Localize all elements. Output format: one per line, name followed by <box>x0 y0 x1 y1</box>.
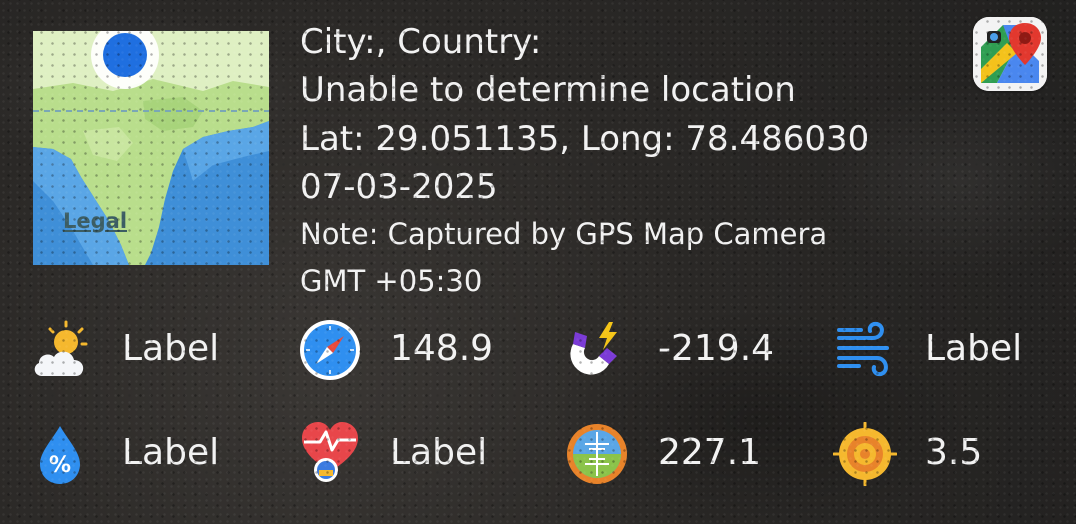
humidity-icon: % <box>28 422 92 486</box>
gmt-offset-line: GMT +05:30 <box>300 264 483 298</box>
magnetic-value: -219.4 <box>658 328 775 369</box>
maps-app-icon[interactable] <box>973 17 1047 91</box>
gps-stamp-overlay: Legal City:, Country: Unable to determin… <box>0 0 1076 524</box>
heart-rate-icon <box>298 420 362 484</box>
wind-value: Label <box>925 328 1023 369</box>
accuracy-icon <box>833 422 897 486</box>
weather-icon <box>28 318 92 382</box>
svg-text:%: % <box>49 453 71 478</box>
accuracy-value: 3.5 <box>925 432 983 473</box>
note-line: Note: Captured by GPS Map Camera <box>300 217 828 251</box>
altitude-value: 227.1 <box>658 432 762 473</box>
heart-rate-value: Label <box>390 432 488 473</box>
city-country-line: City:, Country: <box>300 22 542 62</box>
weather-value: Label <box>122 328 220 369</box>
magnet-icon <box>565 318 629 382</box>
map-legal-link[interactable]: Legal <box>63 209 127 233</box>
compass-value: 148.9 <box>390 328 494 369</box>
lat-long-line: Lat: 29.051135, Long: 78.486030 <box>300 119 870 159</box>
altitude-icon <box>565 422 629 486</box>
address-line: Unable to determine location <box>300 70 796 110</box>
map-thumbnail[interactable]: Legal <box>33 31 269 265</box>
date-line: 07-03-2025 <box>300 167 498 207</box>
wind-icon <box>833 318 897 382</box>
humidity-value: Label <box>122 432 220 473</box>
compass-icon <box>298 318 362 382</box>
